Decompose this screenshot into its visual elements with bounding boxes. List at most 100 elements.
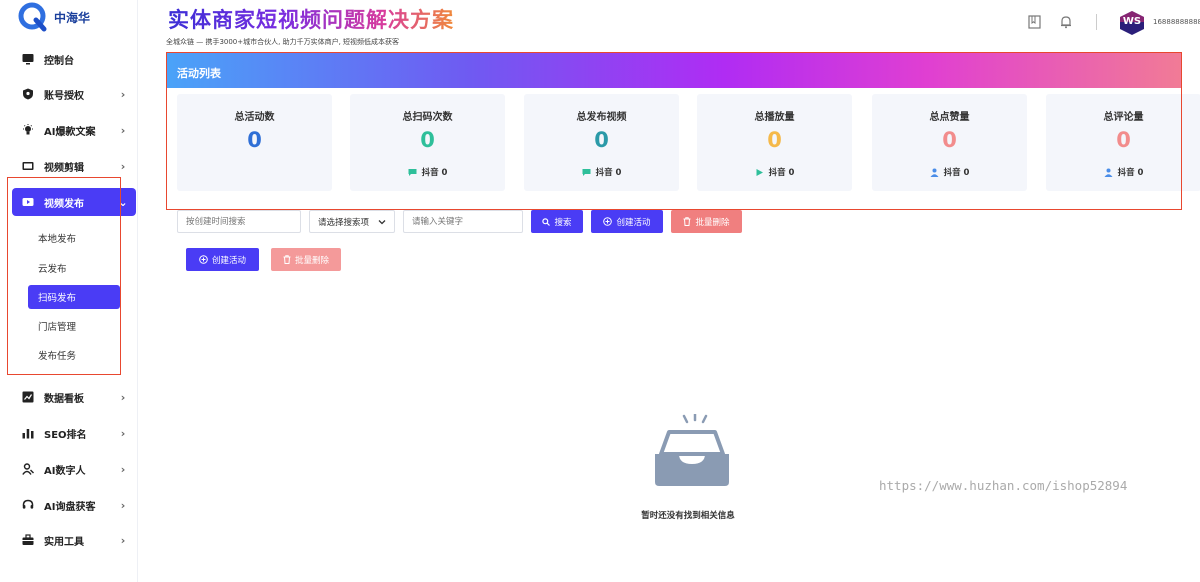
avatar[interactable]: WS bbox=[1118, 10, 1146, 36]
stat-sub-text: 抖音 0 bbox=[421, 168, 448, 178]
batch-delete-label: 批量删除 bbox=[294, 255, 329, 266]
batch-delete-label: 批量删除 bbox=[695, 217, 730, 228]
headset-icon bbox=[20, 497, 36, 513]
sidebar-item-label: 控制台 bbox=[44, 55, 74, 67]
stat-value: 0 bbox=[942, 128, 957, 152]
sidebar-item-label: AI询盘获客 bbox=[44, 501, 96, 513]
chevron-right-icon: › bbox=[120, 123, 126, 137]
sidebar-item-label: 实用工具 bbox=[44, 536, 84, 548]
stat-sub: 抖音 0 bbox=[524, 166, 679, 178]
stat-label: 总扫码次数 bbox=[402, 112, 453, 123]
stat-card-total-likes: 总点赞量 0 抖音 0 bbox=[872, 94, 1027, 191]
submenu-item-store-manage[interactable]: 门店管理 bbox=[28, 314, 120, 338]
stat-value: 0 bbox=[594, 128, 609, 152]
stat-sub-text: 抖音 0 bbox=[768, 168, 795, 178]
submenu-item-cloud-publish[interactable]: 云发布 bbox=[28, 256, 120, 280]
bell-icon[interactable] bbox=[1058, 14, 1074, 30]
logo[interactable]: 中海华 bbox=[18, 2, 91, 32]
book-icon[interactable] bbox=[1026, 14, 1042, 30]
top-header: 实体商家短视频问题解决方案 全城众链 — 携手3000+城市合伙人, 助力千万实… bbox=[138, 0, 1200, 48]
stat-value: 0 bbox=[767, 128, 782, 152]
stat-card-total-activities: 总活动数 0 bbox=[177, 94, 332, 191]
chevron-right-icon: › bbox=[120, 498, 126, 512]
stat-sub: 抖音 0 bbox=[1046, 166, 1200, 178]
chat-icon bbox=[582, 168, 591, 176]
stat-value: 0 bbox=[247, 128, 262, 152]
chevron-right-icon: › bbox=[120, 390, 126, 404]
date-search-input[interactable] bbox=[177, 210, 301, 233]
user-phone: 16888888888 bbox=[1153, 18, 1200, 26]
stat-label: 总播放量 bbox=[754, 112, 795, 123]
search-button[interactable]: 搜索 bbox=[531, 210, 583, 233]
sidebar-item-tools[interactable]: 实用工具 › bbox=[12, 526, 136, 554]
stat-sub-text: 抖音 0 bbox=[943, 168, 970, 178]
video-icon bbox=[20, 158, 36, 174]
stat-card-total-comments: 总评论量 0 抖音 0 bbox=[1046, 94, 1200, 191]
shield-icon bbox=[20, 86, 36, 102]
sidebar-item-label: 数据看板 bbox=[44, 393, 84, 405]
watermark-text: https://www.huzhan.com/ishop52894 bbox=[879, 478, 1128, 493]
plus-circle-icon bbox=[199, 255, 208, 264]
batch-delete-button-secondary[interactable]: 批量删除 bbox=[271, 248, 341, 271]
chevron-down-icon bbox=[378, 219, 386, 224]
submenu-item-publish-task[interactable]: 发布任务 bbox=[28, 343, 120, 367]
stat-label: 总点赞量 bbox=[929, 112, 970, 123]
sidebar: 中海华 控制台 账号授权 › AI爆款文案 › 视频剪辑 › 视频发布 ⌄ 本地… bbox=[0, 0, 138, 582]
sidebar-item-label: 视频剪辑 bbox=[44, 162, 84, 174]
trash-icon bbox=[683, 217, 691, 226]
main-content: 活动列表 总活动数 0 总扫码次数 0 抖音 0 总发布视频 0 抖音 0 总播… bbox=[166, 48, 1200, 582]
stat-value: 0 bbox=[420, 128, 435, 152]
stat-sub: 抖音 0 bbox=[350, 166, 505, 178]
chevron-right-icon: › bbox=[120, 87, 126, 101]
search-icon bbox=[542, 217, 551, 226]
person-icon bbox=[20, 461, 36, 477]
create-activity-button-secondary[interactable]: 创建活动 bbox=[186, 248, 259, 271]
sidebar-item-seo-rank[interactable]: SEO排名 › bbox=[12, 419, 136, 447]
page-title: 实体商家短视频问题解决方案 bbox=[168, 4, 454, 34]
sidebar-item-label: SEO排名 bbox=[44, 429, 87, 441]
sidebar-item-video-edit[interactable]: 视频剪辑 › bbox=[12, 152, 136, 180]
submenu-item-scan-publish[interactable]: 扫码发布 bbox=[28, 285, 120, 309]
logo-mark-icon bbox=[18, 2, 48, 32]
sidebar-item-ai-copywriting[interactable]: AI爆款文案 › bbox=[12, 116, 136, 144]
stat-card-total-plays: 总播放量 0 抖音 0 bbox=[697, 94, 852, 191]
stat-label: 总活动数 bbox=[234, 112, 275, 123]
send-icon bbox=[20, 194, 36, 210]
create-activity-button[interactable]: 创建活动 bbox=[591, 210, 663, 233]
sidebar-item-label: 账号授权 bbox=[44, 90, 84, 102]
monitor-icon bbox=[20, 51, 36, 67]
trash-icon bbox=[283, 255, 291, 264]
sidebar-item-ai-avatar[interactable]: AI数字人 › bbox=[12, 455, 136, 483]
stat-sub: 抖音 0 bbox=[872, 166, 1027, 178]
chevron-down-icon: ⌄ bbox=[118, 195, 128, 209]
section-banner: 活动列表 bbox=[166, 52, 1181, 88]
section-title: 活动列表 bbox=[177, 67, 221, 80]
search-label: 搜索 bbox=[554, 217, 572, 228]
stat-sub-text: 抖音 0 bbox=[1117, 168, 1144, 178]
search-field-select[interactable]: 请选择搜索项 bbox=[309, 210, 395, 233]
keyword-input[interactable] bbox=[403, 210, 523, 233]
chevron-right-icon: › bbox=[120, 426, 126, 440]
avatar-text: WS bbox=[1122, 16, 1142, 27]
batch-delete-button[interactable]: 批量删除 bbox=[671, 210, 742, 233]
chart-icon bbox=[20, 389, 36, 405]
sidebar-item-label: AI数字人 bbox=[44, 465, 86, 477]
sidebar-item-label: 视频发布 bbox=[44, 198, 84, 210]
user-icon bbox=[930, 168, 939, 177]
plus-circle-icon bbox=[603, 217, 613, 226]
chevron-right-icon: › bbox=[120, 159, 126, 173]
sidebar-item-data-board[interactable]: 数据看板 › bbox=[12, 383, 136, 411]
brand-name: 中海华 bbox=[54, 10, 91, 25]
sidebar-item-account-auth[interactable]: 账号授权 › bbox=[12, 80, 136, 108]
user-icon bbox=[1104, 168, 1113, 177]
page-subtitle: 全城众链 — 携手3000+城市合伙人, 助力千万实体商户, 短视频低成本获客 bbox=[166, 38, 400, 46]
sidebar-item-label: AI爆款文案 bbox=[44, 126, 96, 138]
header-divider bbox=[1096, 14, 1097, 30]
stat-value: 0 bbox=[1116, 128, 1131, 152]
submenu-item-local-publish[interactable]: 本地发布 bbox=[28, 226, 120, 250]
filter-toolbar: 请选择搜索项 搜索 创建活动 批量删除 bbox=[177, 210, 742, 233]
sidebar-item-video-publish[interactable]: 视频发布 ⌄ bbox=[12, 188, 136, 216]
play-icon bbox=[756, 168, 763, 176]
sidebar-item-ai-inquiry[interactable]: AI询盘获客 › bbox=[12, 491, 136, 519]
sidebar-item-console[interactable]: 控制台 bbox=[12, 45, 136, 73]
